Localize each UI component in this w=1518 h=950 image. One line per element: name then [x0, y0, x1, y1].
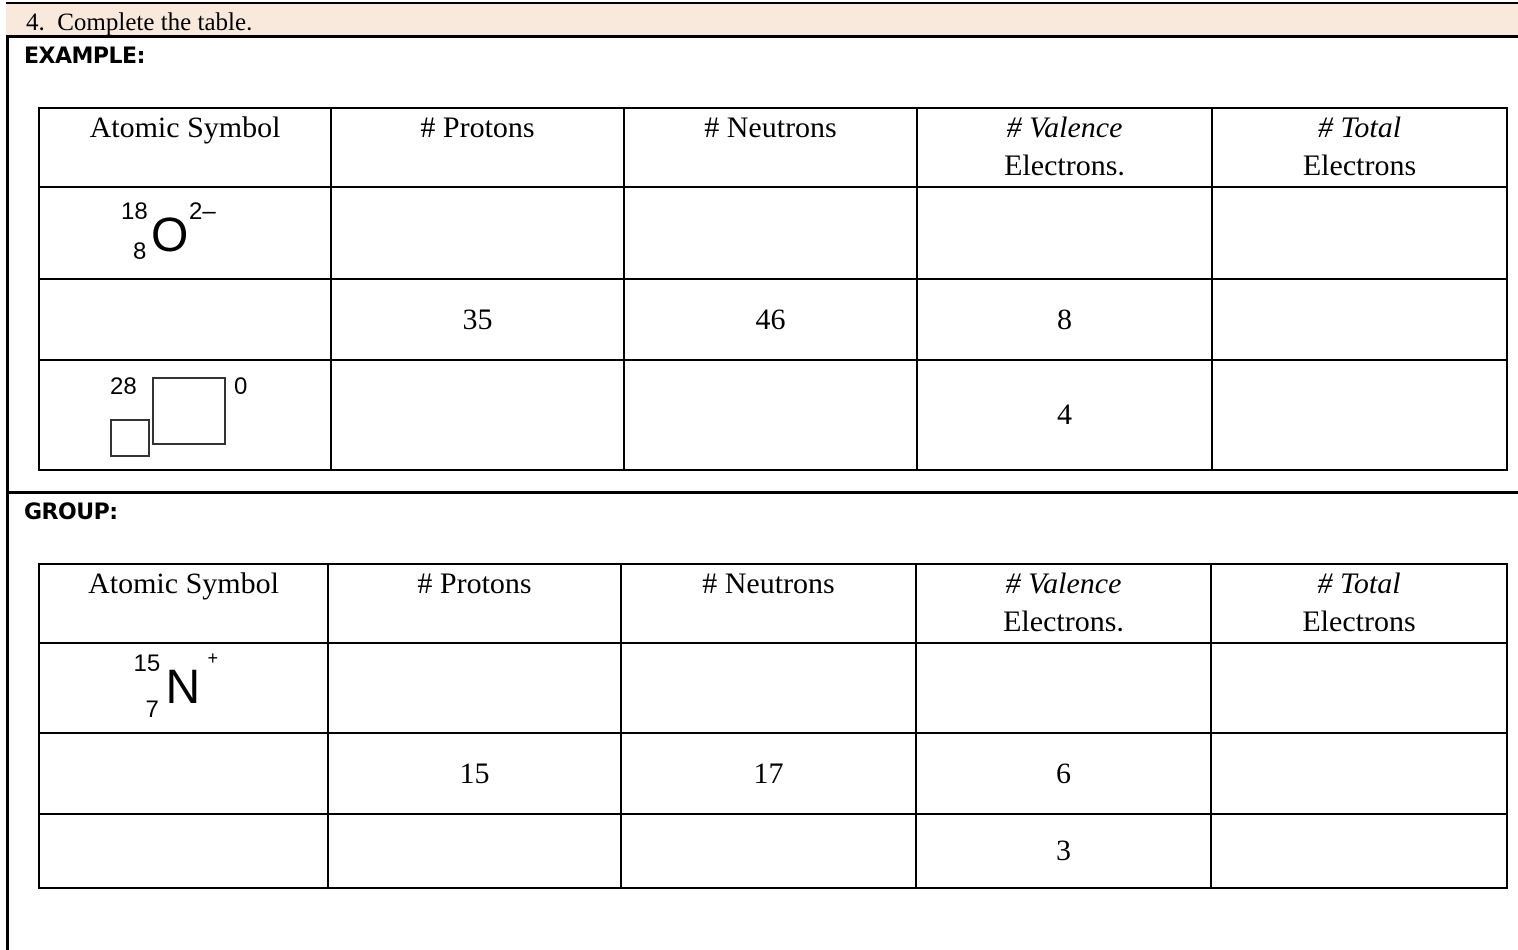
ion-charge: +: [207, 648, 219, 668]
example-header-row: Atomic Symbol # Protons # Neutrons # Val…: [38, 107, 1508, 188]
isotope-symbol: 18 8 O 2–: [121, 188, 245, 268]
total-electrons-cell[interactable]: [1211, 359, 1508, 471]
atomic-number: 8: [133, 238, 147, 265]
table-row: 35 46 8: [38, 278, 1508, 361]
protons-cell[interactable]: [330, 186, 625, 280]
valence-cell[interactable]: [915, 642, 1212, 734]
section-divider: [6, 491, 1518, 494]
question-text: 4. Complete the table.: [26, 9, 252, 37]
ion-charge: 0: [234, 373, 248, 400]
neutrons-cell: 46: [623, 278, 918, 361]
question-number: 4.: [26, 9, 45, 36]
header-atomic-symbol: Atomic Symbol: [38, 563, 329, 644]
atomic-symbol-cell[interactable]: [38, 813, 329, 889]
group-header-row: Atomic Symbol # Protons # Neutrons # Val…: [38, 563, 1508, 644]
table-row: 15 7 N +: [38, 642, 1508, 734]
table-row: 18 8 O 2–: [38, 186, 1508, 280]
neutrons-cell[interactable]: [623, 186, 918, 280]
question-header: 4. Complete the table.: [6, 2, 1518, 38]
element-letter: O: [151, 209, 189, 262]
atomic-number: 7: [145, 696, 159, 723]
header-valence-plain: Electrons.: [1003, 605, 1124, 638]
valence-cell: 6: [915, 732, 1212, 815]
header-protons: # Protons: [330, 107, 625, 188]
total-electrons-cell[interactable]: [1210, 642, 1508, 734]
protons-cell[interactable]: [327, 813, 622, 889]
atomic-symbol-cell: 28 0: [38, 359, 332, 471]
group-table: Atomic Symbol # Protons # Neutrons # Val…: [38, 563, 1508, 889]
header-valence-plain: Electrons.: [1004, 149, 1125, 182]
example-label: EXAMPLE:: [24, 44, 145, 69]
header-total-italic: # Total: [1317, 567, 1401, 600]
neutrons-cell[interactable]: [620, 813, 917, 889]
valence-cell: 4: [916, 359, 1213, 471]
table-row: 28 0 4: [38, 359, 1508, 471]
isotope-symbol-blank: 28 0: [110, 361, 260, 461]
valence-cell: 3: [915, 813, 1212, 889]
header-valence-electrons: # Valence Electrons.: [916, 107, 1213, 188]
header-protons: # Protons: [327, 563, 622, 644]
atomic-symbol-cell[interactable]: [38, 278, 332, 361]
total-electrons-cell[interactable]: [1210, 732, 1508, 815]
header-total-electrons: # Total Electrons: [1211, 107, 1508, 188]
header-neutrons: # Neutrons: [623, 107, 918, 188]
total-electrons-cell[interactable]: [1211, 186, 1508, 280]
page-frame-left-border: [6, 2, 9, 950]
header-total-italic: # Total: [1317, 111, 1402, 144]
example-table: Atomic Symbol # Protons # Neutrons # Val…: [38, 107, 1508, 471]
total-electrons-cell[interactable]: [1211, 278, 1508, 361]
element-letter: N: [165, 661, 201, 714]
header-total-electrons: # Total Electrons: [1210, 563, 1508, 644]
atomic-symbol-cell[interactable]: [38, 732, 329, 815]
protons-cell[interactable]: [330, 359, 625, 471]
neutrons-cell[interactable]: [623, 359, 918, 471]
ion-charge: 2–: [189, 198, 216, 225]
header-total-plain: Electrons: [1302, 605, 1416, 638]
header-valence-electrons: # Valence Electrons.: [915, 563, 1212, 644]
protons-cell[interactable]: [327, 642, 622, 734]
total-electrons-cell[interactable]: [1210, 813, 1508, 889]
header-total-plain: Electrons: [1302, 149, 1417, 182]
header-valence-italic: # Valence: [1006, 111, 1123, 144]
mass-number: 18: [121, 198, 148, 225]
header-atomic-symbol: Atomic Symbol: [38, 107, 332, 188]
neutrons-cell: 17: [620, 732, 917, 815]
atomic-symbol-cell: 15 7 N +: [38, 642, 329, 734]
header-valence-italic: # Valence: [1005, 567, 1122, 600]
element-blank-box[interactable]: [152, 377, 226, 445]
group-label: GROUP:: [24, 500, 118, 525]
valence-cell[interactable]: [916, 186, 1213, 280]
protons-cell: 35: [330, 278, 625, 361]
table-row: 3: [38, 813, 1508, 889]
isotope-symbol: 15 7 N +: [134, 644, 234, 724]
neutrons-cell[interactable]: [620, 642, 917, 734]
mass-number: 15: [133, 650, 161, 677]
atomic-number-blank-box[interactable]: [110, 419, 150, 457]
table-row: 15 17 6: [38, 732, 1508, 815]
header-neutrons: # Neutrons: [620, 563, 917, 644]
mass-number: 28: [110, 373, 137, 400]
valence-cell: 8: [916, 278, 1213, 361]
atomic-symbol-cell: 18 8 O 2–: [38, 186, 332, 280]
protons-cell: 15: [327, 732, 622, 815]
question-prompt: Complete the table.: [57, 9, 253, 36]
